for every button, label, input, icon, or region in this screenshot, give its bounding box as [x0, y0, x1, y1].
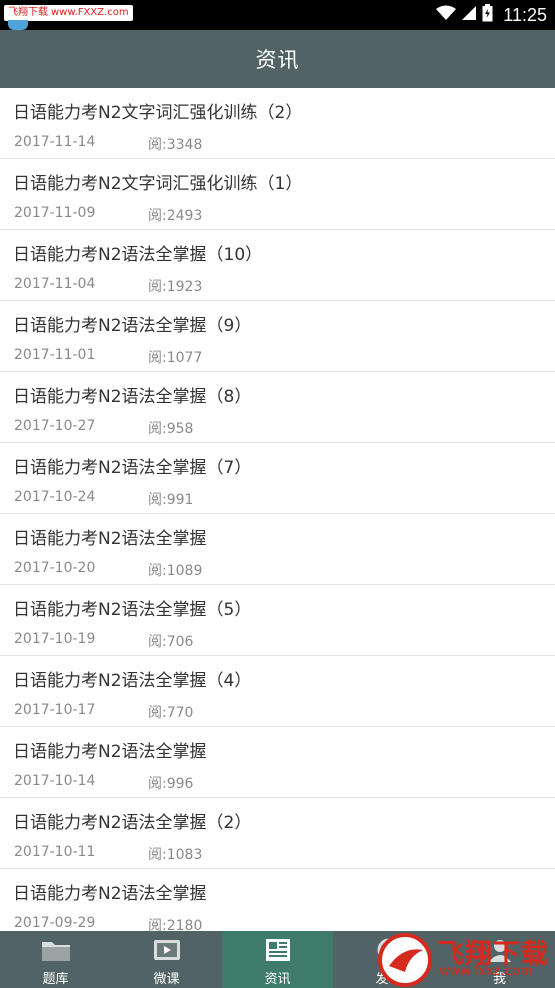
watermark-badge-url: www.FXXZ.com: [51, 7, 129, 18]
nav-item-question-bank[interactable]: 题库: [0, 931, 111, 988]
nav-item-me[interactable]: 我: [444, 931, 555, 988]
watermark-badge-name: 飞翔下载: [8, 7, 48, 18]
battery-icon: [482, 4, 493, 26]
list-item[interactable]: 日语能力考N2文字词汇强化训练（2） 2017-11-14 阅:3348: [0, 88, 555, 159]
nav-label: 微课: [153, 972, 180, 987]
list-item[interactable]: 日语能力考N2语法全掌握 2017-09-29 阅:2180: [0, 869, 555, 931]
news-views: 阅:1923: [148, 279, 203, 295]
news-views: 阅:2180: [148, 918, 203, 931]
nav-item-discover[interactable]: 发现: [333, 931, 444, 988]
news-views: 阅:1077: [148, 350, 203, 366]
news-views: 阅:958: [148, 421, 194, 437]
news-views: 阅:1089: [148, 563, 203, 579]
news-views: 阅:706: [148, 634, 194, 650]
news-title: 日语能力考N2语法全掌握（2）: [13, 813, 252, 833]
news-list[interactable]: 日语能力考N2文字词汇强化训练（2） 2017-11-14 阅:3348 日语能…: [0, 88, 555, 931]
news-title: 日语能力考N2语法全掌握（10）: [13, 245, 263, 265]
discover-icon: [376, 937, 402, 963]
news-title: 日语能力考N2语法全掌握: [13, 884, 207, 904]
list-item[interactable]: 日语能力考N2语法全掌握（9） 2017-11-01 阅:1077: [0, 301, 555, 372]
user-icon: [488, 937, 512, 963]
nav-label: 资讯: [264, 972, 291, 987]
news-date: 2017-11-04: [14, 276, 96, 292]
app-header: 资讯: [0, 30, 555, 88]
news-date: 2017-11-09: [14, 205, 96, 221]
status-time: 11:25: [503, 4, 547, 25]
list-item[interactable]: 日语能力考N2语法全掌握（8） 2017-10-27 阅:958: [0, 372, 555, 443]
news-title: 日语能力考N2语法全掌握（4）: [13, 671, 252, 691]
news-date: 2017-10-17: [14, 702, 96, 718]
status-icons: 11:25: [436, 0, 547, 30]
watermark-badge: 飞翔下载 www.FXXZ.com: [4, 5, 133, 21]
list-item[interactable]: 日语能力考N2语法全掌握 2017-10-14 阅:996: [0, 727, 555, 798]
news-date: 2017-10-11: [14, 844, 96, 860]
news-date: 2017-11-01: [14, 347, 96, 363]
news-date: 2017-10-19: [14, 631, 96, 647]
news-title: 日语能力考N2语法全掌握: [13, 529, 207, 549]
news-title: 日语能力考N2语法全掌握（7）: [13, 458, 252, 478]
wifi-icon: [436, 5, 457, 25]
page-title: 资讯: [255, 48, 300, 72]
nav-item-news[interactable]: 资讯: [222, 931, 333, 988]
news-views: 阅:1083: [148, 847, 203, 863]
news-title: 日语能力考N2语法全掌握: [13, 742, 207, 762]
news-views: 阅:2493: [148, 208, 203, 224]
list-item[interactable]: 日语能力考N2语法全掌握（7） 2017-10-24 阅:991: [0, 443, 555, 514]
list-item[interactable]: 日语能力考N2文字词汇强化训练（1） 2017-11-09 阅:2493: [0, 159, 555, 230]
news-date: 2017-10-27: [14, 418, 96, 434]
news-title: 日语能力考N2语法全掌握（8）: [13, 387, 252, 407]
nav-label: 发现: [375, 972, 402, 987]
app-notification-icon: [8, 20, 28, 30]
news-views: 阅:3348: [148, 137, 203, 153]
nav-label: 题库: [42, 972, 69, 987]
list-item[interactable]: 日语能力考N2语法全掌握（2） 2017-10-11 阅:1083: [0, 798, 555, 869]
news-date: 2017-10-20: [14, 560, 96, 576]
list-item[interactable]: 日语能力考N2语法全掌握（4） 2017-10-17 阅:770: [0, 656, 555, 727]
news-title: 日语能力考N2语法全掌握（9）: [13, 316, 252, 336]
news-views: 阅:770: [148, 705, 194, 721]
signal-icon: [462, 5, 477, 25]
nav-item-micro-course[interactable]: 微课: [111, 931, 222, 988]
news-views: 阅:991: [148, 492, 194, 508]
news-views: 阅:996: [148, 776, 194, 792]
bottom-nav: 题库 微课 资讯 发现 我: [0, 931, 555, 988]
news-title: 日语能力考N2语法全掌握（5）: [13, 600, 252, 620]
status-bar: 飞翔下载 www.FXXZ.com 11:25: [0, 0, 555, 30]
news-date: 2017-10-14: [14, 773, 96, 789]
news-date: 2017-11-14: [14, 134, 96, 150]
list-item[interactable]: 日语能力考N2语法全掌握 2017-10-20 阅:1089: [0, 514, 555, 585]
video-icon: [153, 937, 181, 963]
list-item[interactable]: 日语能力考N2语法全掌握（5） 2017-10-19 阅:706: [0, 585, 555, 656]
list-item[interactable]: 日语能力考N2语法全掌握（10） 2017-11-04 阅:1923: [0, 230, 555, 301]
news-date: 2017-09-29: [14, 915, 96, 931]
nav-label: 我: [492, 972, 506, 987]
folder-icon: [41, 937, 71, 963]
news-date: 2017-10-24: [14, 489, 96, 505]
news-title: 日语能力考N2文字词汇强化训练（1）: [13, 174, 303, 194]
news-title: 日语能力考N2文字词汇强化训练（2）: [13, 103, 303, 123]
news-icon: [265, 937, 291, 963]
